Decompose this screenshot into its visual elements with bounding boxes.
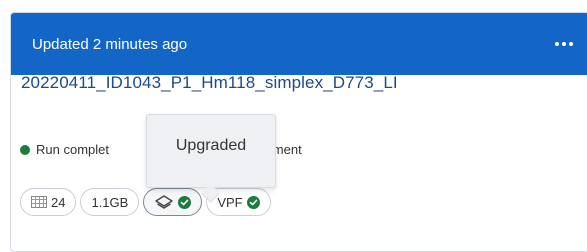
more-dot: [562, 42, 566, 46]
run-name-link[interactable]: 20220411_ID1043_P1_Hm118_simplex_D773_LI: [21, 73, 398, 93]
pill-channels-label: 24: [51, 194, 66, 210]
more-options-button[interactable]: [551, 38, 577, 50]
tooltip: Upgraded: [146, 114, 276, 188]
pill-size[interactable]: 1.1GB: [80, 188, 140, 216]
card-header: Updated 2 minutes ago: [11, 13, 587, 75]
check-icon: [246, 195, 260, 209]
grid-icon: [31, 196, 47, 208]
run-metrics-pills: 24 1.1GB VPF: [20, 188, 271, 216]
status-text-left: Run complet: [36, 142, 109, 157]
tooltip-text: Upgraded: [175, 137, 247, 154]
run-card[interactable]: Updated 2 minutes ago: [10, 12, 587, 252]
pill-upgraded[interactable]: [143, 188, 203, 216]
pill-vpf-label: VPF: [217, 194, 243, 210]
pill-size-label: 1.1GB: [91, 194, 129, 210]
status-dot-icon: [20, 144, 30, 155]
updated-timestamp: Updated 2 minutes ago: [32, 35, 188, 53]
layers-icon: [155, 195, 174, 209]
more-dot: [569, 42, 573, 46]
pill-channels[interactable]: 24: [20, 188, 77, 216]
more-dot: [555, 42, 559, 46]
check-icon: [178, 195, 192, 209]
